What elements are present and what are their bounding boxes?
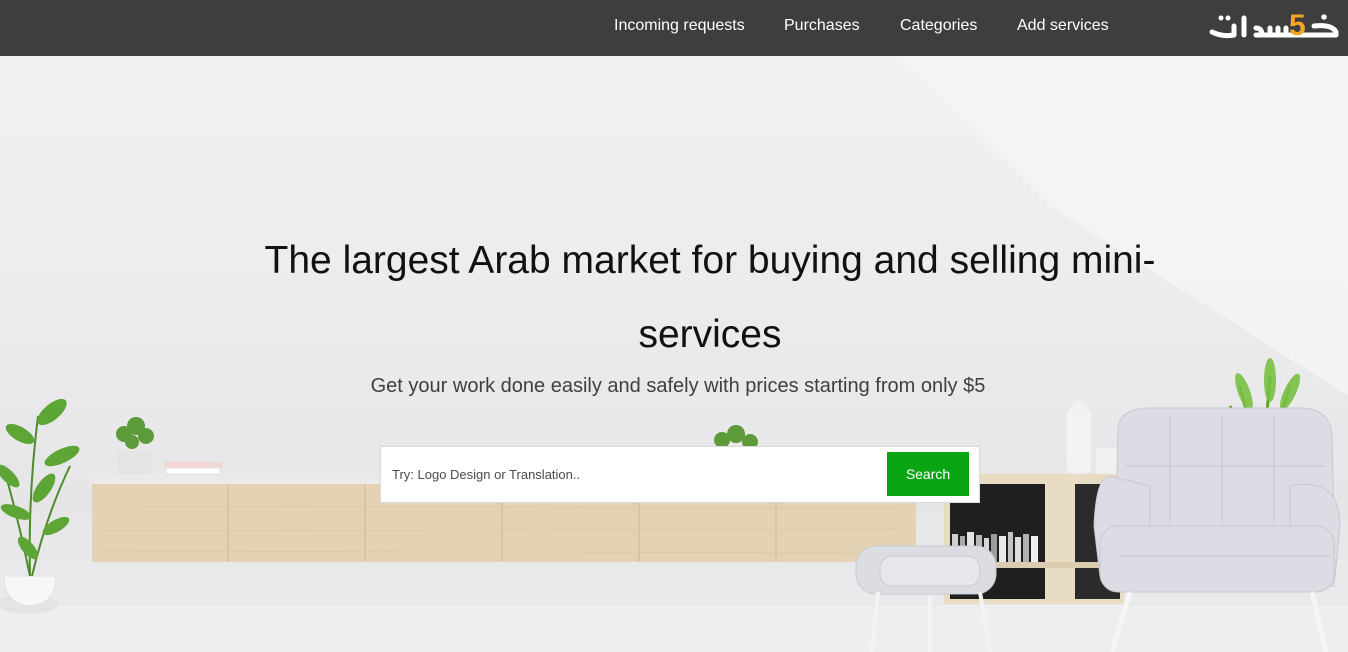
- svg-text:5: 5: [1289, 9, 1306, 42]
- hero-subheadline: Get your work done easily and safely wit…: [370, 375, 986, 397]
- search-button[interactable]: Search: [887, 452, 969, 496]
- nav-incoming-requests[interactable]: Incoming requests: [614, 17, 745, 35]
- logo-mark-icon: 5: [1209, 9, 1339, 42]
- top-navbar: Incoming requests Purchases Categories A…: [0, 0, 1348, 56]
- site-logo[interactable]: 5: [1206, 4, 1340, 48]
- search-bar: Search: [380, 446, 980, 503]
- nav-add-services[interactable]: Add services: [1017, 17, 1109, 35]
- search-input[interactable]: [382, 448, 882, 501]
- hero-section: The largest Arab market for buying and s…: [0, 56, 1348, 652]
- nav-categories[interactable]: Categories: [900, 17, 977, 35]
- nav-purchases[interactable]: Purchases: [784, 17, 860, 35]
- hero-headline: The largest Arab market for buying and s…: [264, 239, 1156, 356]
